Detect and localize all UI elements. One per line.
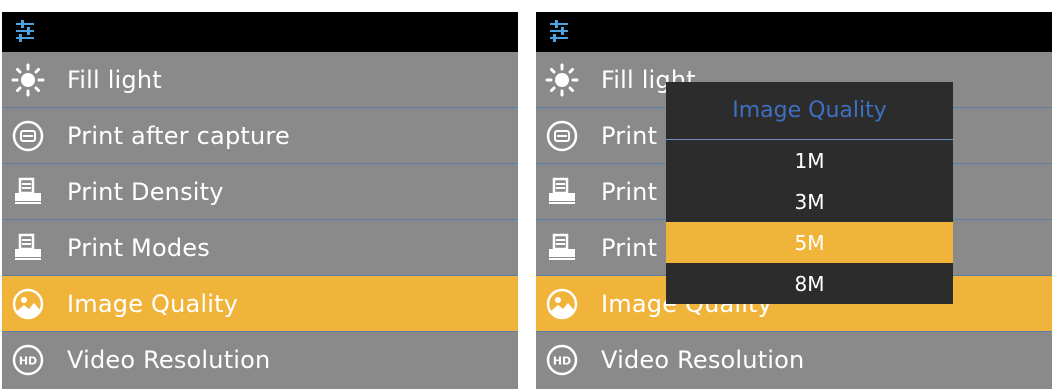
menu-item-print-density[interactable]: Print Density [2, 164, 518, 220]
menu-item-label: Video Resolution [601, 346, 805, 374]
menu-item-label: Image Quality [67, 289, 239, 318]
camera-menu-screen-left: Fill light Print after capture Print Den… [2, 12, 518, 389]
printer-icon [11, 231, 45, 265]
menu-item-label: Print Density [67, 177, 224, 206]
printer-icon [545, 175, 579, 209]
printer-icon [11, 175, 45, 209]
menu-item-print-after-capture[interactable]: Print after capture [2, 108, 518, 164]
option-8m[interactable]: 8M [666, 263, 953, 304]
menu-item-label: Fill light [67, 65, 162, 94]
menu-item-print-modes[interactable]: Print Modes [2, 220, 518, 276]
printer-icon [545, 231, 579, 265]
image-quality-popup: Image Quality 1M 3M 5M 8M [666, 82, 953, 304]
svg-text:HD: HD [553, 355, 571, 368]
print-after-capture-icon [11, 119, 45, 153]
hd-icon: HD [11, 343, 45, 377]
print-after-capture-icon [545, 119, 579, 153]
menu-item-video-resolution[interactable]: HD Video Resolution [536, 332, 1052, 388]
image-icon [545, 287, 579, 321]
top-bar [536, 12, 1052, 52]
image-icon [11, 287, 45, 321]
menu-item-image-quality[interactable]: Image Quality [2, 276, 518, 332]
option-5m[interactable]: 5M [666, 222, 953, 263]
settings-sliders-icon [550, 20, 568, 42]
sun-icon [11, 63, 45, 97]
menu-item-video-resolution[interactable]: HD Video Resolution [2, 332, 518, 388]
option-3m[interactable]: 3M [666, 181, 953, 222]
svg-text:HD: HD [19, 355, 37, 368]
menu-item-label: Print after capture [67, 121, 290, 150]
camera-menu-screen-right: Fill light Print after capture Print Den… [536, 12, 1052, 389]
settings-sliders-icon [16, 20, 34, 42]
top-bar [2, 12, 518, 52]
menu-item-label: Video Resolution [67, 346, 271, 374]
popup-title: Image Quality [666, 82, 953, 140]
menu-item-fill-light[interactable]: Fill light [2, 52, 518, 108]
menu-item-label: Print Modes [67, 233, 210, 262]
settings-menu: Fill light Print after capture Print Den… [2, 52, 518, 388]
sun-icon [545, 63, 579, 97]
hd-icon: HD [545, 343, 579, 377]
option-1m[interactable]: 1M [666, 140, 953, 181]
